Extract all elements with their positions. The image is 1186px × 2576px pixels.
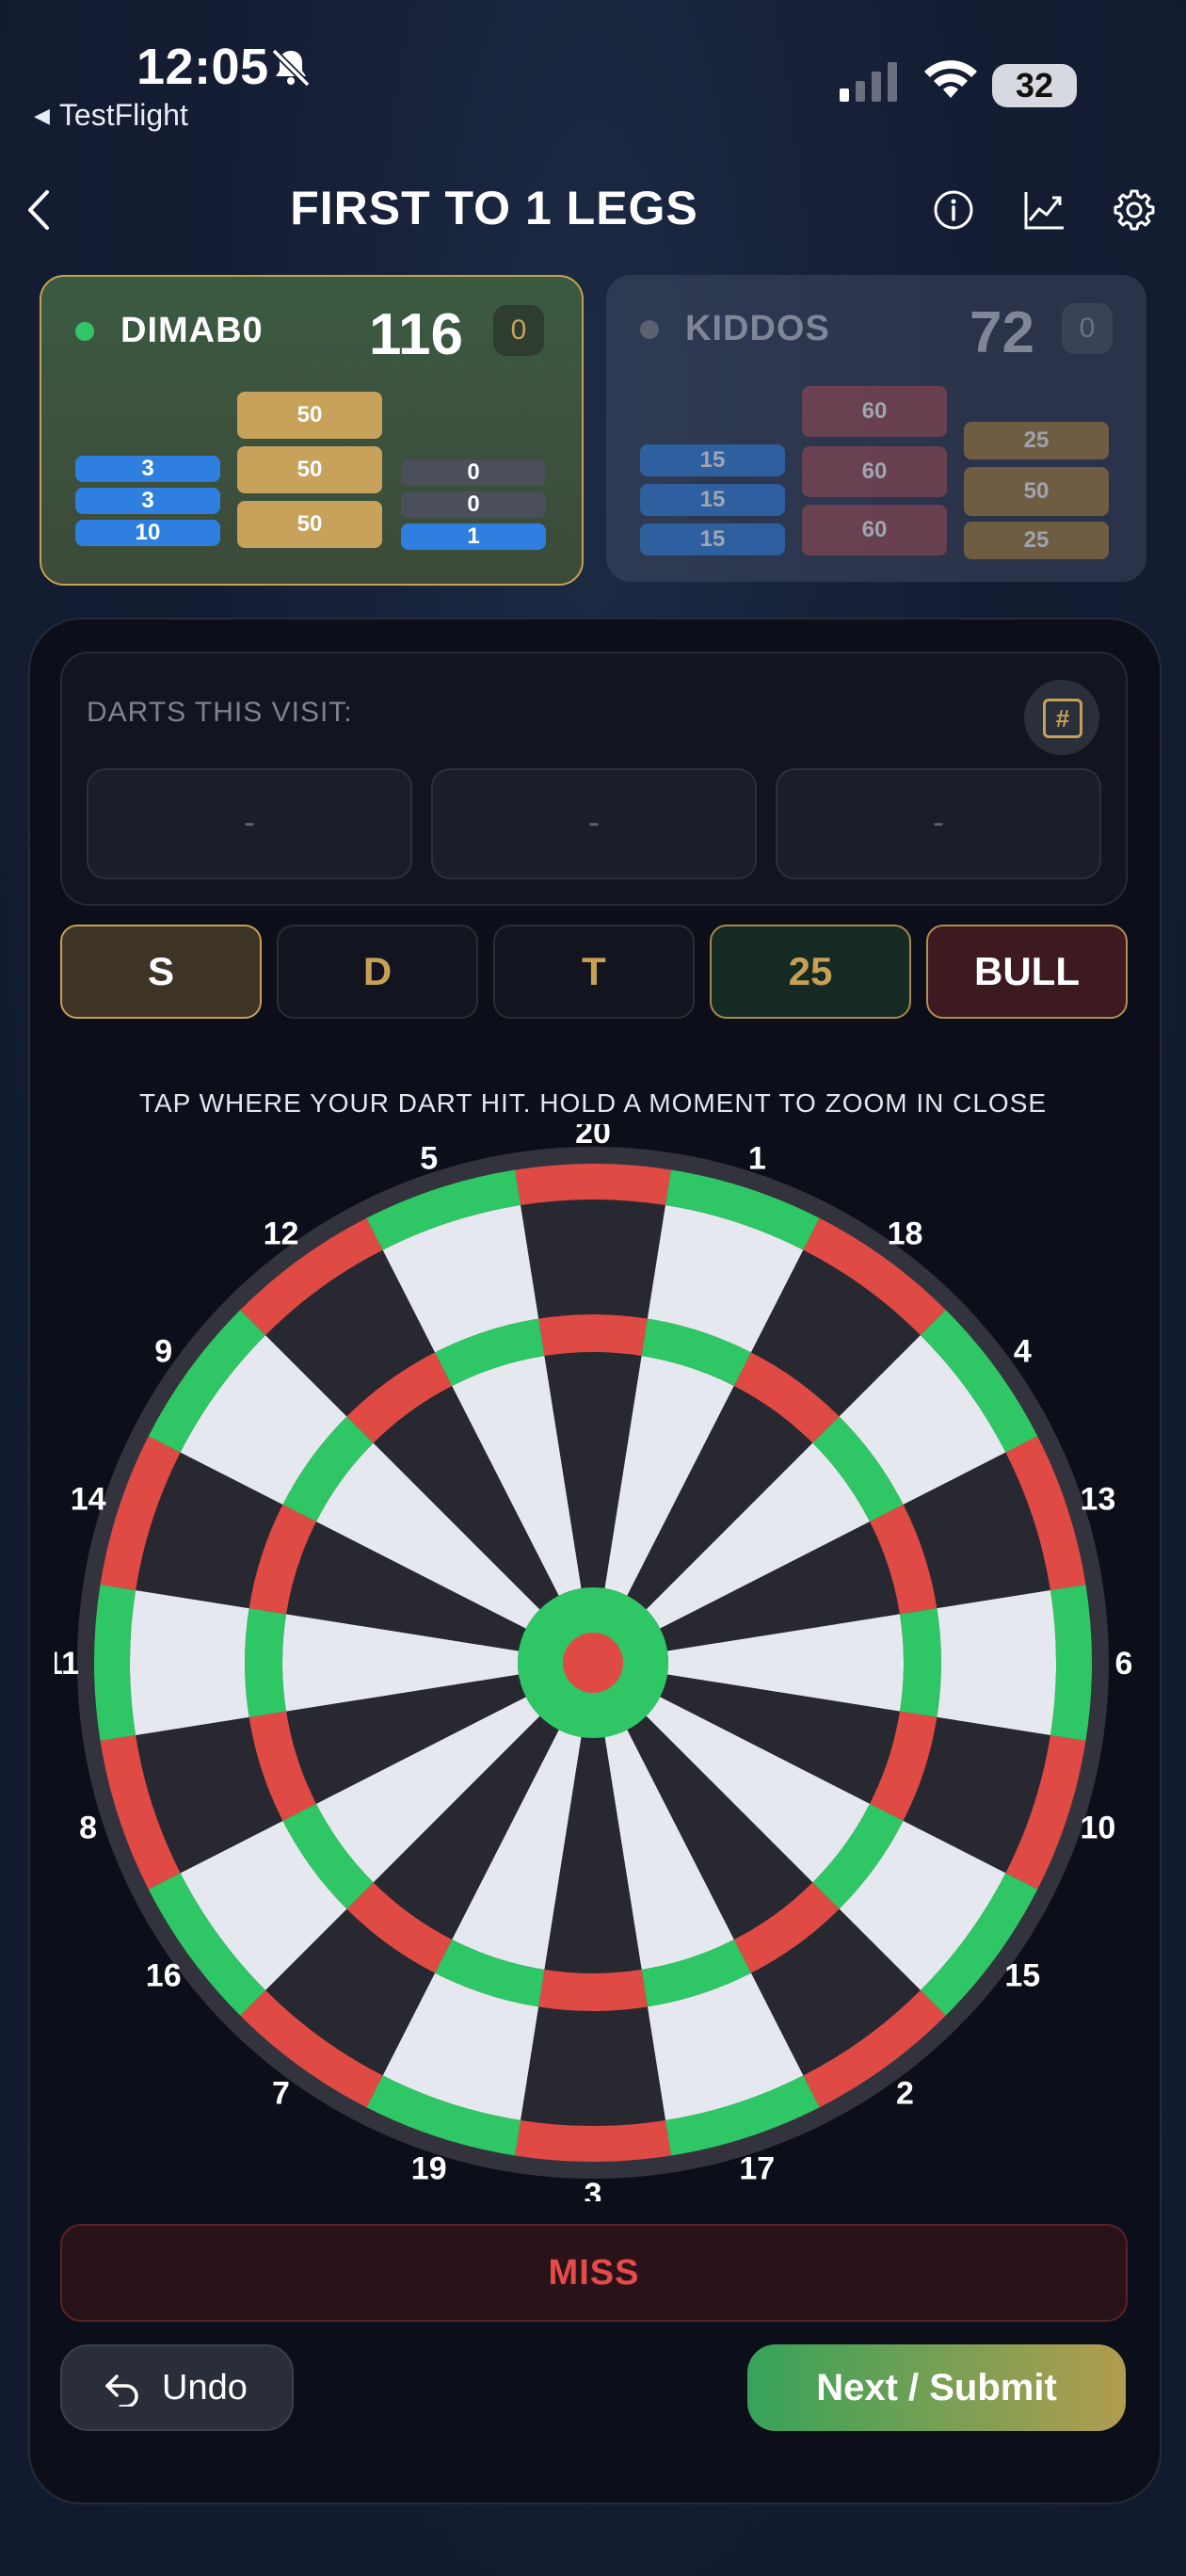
undo-arrow-icon (105, 2375, 138, 2407)
back-app-label: TestFlight (58, 98, 188, 132)
undo-label: Undo (162, 2368, 248, 2407)
triple-20[interactable] (538, 1314, 648, 1357)
dart-slot-2[interactable]: - (431, 768, 757, 879)
triple-modifier-button[interactable]: T (493, 925, 695, 1019)
legs-won-badge: 0 (1062, 303, 1113, 354)
single-modifier-button[interactable]: S (60, 925, 262, 1019)
cellular-signal-icon (840, 62, 897, 102)
outer-single-20[interactable] (521, 1199, 665, 1319)
triple-6[interactable] (899, 1608, 941, 1717)
board-number-14: 14 (71, 1482, 106, 1518)
board-number-18: 18 (888, 1216, 923, 1252)
visit-total-chip: 60 (802, 446, 947, 497)
board-number-2: 2 (896, 2075, 914, 2111)
visit-total-chip: 50 (237, 392, 382, 439)
board-number-16: 16 (146, 1958, 182, 1994)
dart-chip: 15 (640, 484, 785, 516)
player-score: 72 (970, 300, 1034, 365)
page-title: FIRST TO 1 LEGS (290, 182, 698, 234)
visit-total-chip: 60 (802, 505, 947, 555)
hash-icon: # (1043, 699, 1082, 738)
board-number-13: 13 (1080, 1482, 1115, 1518)
board-number-20: 20 (575, 1124, 611, 1151)
next-submit-button[interactable]: Next / Submit (747, 2344, 1126, 2431)
double-modifier-button[interactable]: D (277, 925, 478, 1019)
board-number-7: 7 (272, 2075, 290, 2111)
player-card-active[interactable]: DIMAB0 116 0 3 3 10 50 50 50 0 0 1 (40, 275, 584, 586)
board-number-17: 17 (739, 2150, 775, 2186)
dart-chip: 3 (75, 456, 220, 482)
board-number-11: 11 (55, 1646, 79, 1682)
double-6[interactable] (1050, 1585, 1092, 1741)
battery-tip (1066, 75, 1075, 94)
dart-chip: 15 (640, 444, 785, 476)
info-icon[interactable] (932, 188, 975, 232)
stats-chart-icon[interactable] (1022, 188, 1066, 232)
outer-single-3[interactable] (521, 2006, 665, 2126)
back-triangle-icon: ◀ (34, 104, 50, 127)
dart-slot-1[interactable]: - (87, 768, 412, 879)
player-card-inactive[interactable]: KIDDOS 72 0 15 15 15 60 60 60 25 50 25 (606, 275, 1146, 582)
double-11[interactable] (94, 1585, 136, 1741)
bell-muted-icon (271, 48, 311, 88)
dart-chip: 0 (401, 491, 546, 518)
legs-won-badge: 0 (493, 305, 544, 356)
settings-gear-icon[interactable] (1113, 188, 1156, 232)
double-3[interactable] (515, 2119, 671, 2162)
dart-chip: 25 (964, 522, 1109, 559)
tap-instruction: TAP WHERE YOUR DART HIT. HOLD A MOMENT T… (138, 1088, 1048, 1118)
double-20[interactable] (515, 1164, 671, 1206)
triple-11[interactable] (245, 1608, 287, 1717)
board-number-6: 6 (1115, 1646, 1131, 1682)
dart-chip: 25 (964, 422, 1109, 459)
outer-single-11[interactable] (130, 1590, 249, 1735)
board-number-4: 4 (1014, 1333, 1032, 1369)
active-player-dot (75, 322, 94, 341)
player-name: DIMAB0 (120, 311, 264, 350)
board-number-8: 8 (79, 1810, 97, 1845)
dart-chip: 1 (401, 523, 546, 550)
inner-bull[interactable] (563, 1633, 623, 1693)
dart-chip: 3 (75, 488, 220, 514)
player-name: KIDDOS (685, 309, 830, 348)
bullseye-button[interactable]: BULL (926, 925, 1128, 1019)
status-time: 12:05 (136, 39, 269, 95)
dartboard[interactable]: 20 1 18 4 13 6 10 15 2 17 3 19 7 16 8 11 14 9 12 5 (55, 1124, 1131, 2201)
dart-chip: 15 (640, 523, 785, 555)
darts-this-visit-label: DARTS THIS VISIT: (87, 697, 353, 728)
board-number-1: 1 (748, 1141, 766, 1177)
dart-chip: 0 (401, 459, 546, 486)
visit-total-chip: 50 (237, 446, 382, 493)
back-to-app-link[interactable]: ◀ TestFlight (34, 98, 188, 133)
player-score: 116 (369, 302, 464, 367)
battery-indicator: 32 (992, 64, 1077, 107)
dart-slot-3[interactable]: - (776, 768, 1101, 879)
outer-single-6[interactable] (937, 1590, 1056, 1735)
board-number-12: 12 (264, 1216, 299, 1252)
board-number-5: 5 (420, 1141, 438, 1177)
board-number-3: 3 (585, 2177, 602, 2201)
dart-chip: 10 (75, 520, 220, 546)
dart-chip: 50 (964, 467, 1109, 516)
visit-total-chip: 60 (802, 386, 947, 437)
visit-total-chip: 50 (237, 501, 382, 548)
board-number-10: 10 (1080, 1810, 1115, 1845)
board-number-9: 9 (154, 1333, 172, 1369)
inactive-player-dot (640, 320, 659, 339)
undo-button[interactable]: Undo (60, 2344, 294, 2431)
miss-button[interactable]: MISS (60, 2224, 1128, 2322)
triple-3[interactable] (538, 1969, 648, 2011)
wifi-icon (924, 60, 977, 98)
board-number-15: 15 (1004, 1958, 1040, 1994)
keypad-toggle-button[interactable]: # (1024, 680, 1099, 755)
board-number-19: 19 (411, 2150, 447, 2186)
outer-bull-button[interactable]: 25 (710, 925, 911, 1019)
